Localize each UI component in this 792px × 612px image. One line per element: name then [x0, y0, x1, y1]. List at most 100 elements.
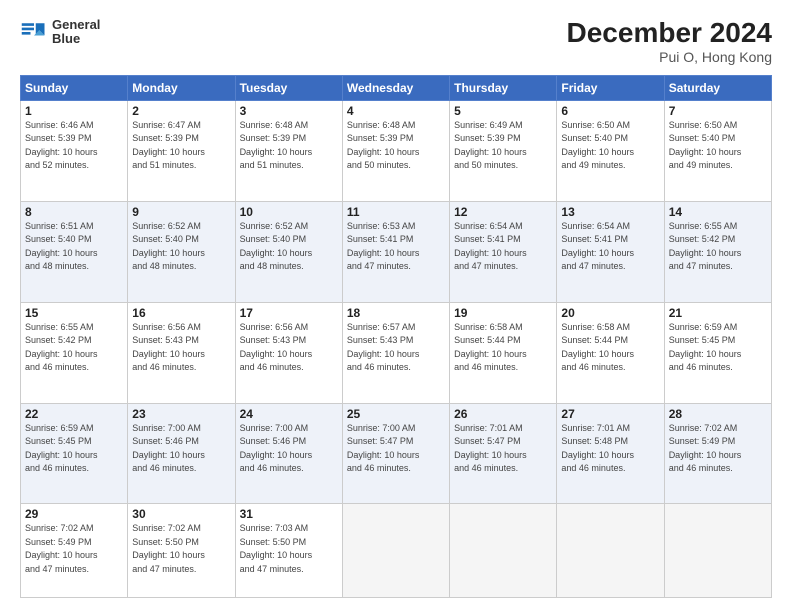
day-number: 30 [132, 507, 230, 521]
week-row-4: 22Sunrise: 6:59 AM Sunset: 5:45 PM Dayli… [21, 403, 772, 504]
day-number: 11 [347, 205, 445, 219]
day-info: Sunrise: 6:52 AM Sunset: 5:40 PM Dayligh… [240, 220, 338, 274]
day-number: 29 [25, 507, 123, 521]
day-info: Sunrise: 7:02 AM Sunset: 5:49 PM Dayligh… [669, 422, 767, 476]
day-info: Sunrise: 6:54 AM Sunset: 5:41 PM Dayligh… [561, 220, 659, 274]
day-info: Sunrise: 6:58 AM Sunset: 5:44 PM Dayligh… [561, 321, 659, 375]
day-cell: 31Sunrise: 7:03 AM Sunset: 5:50 PM Dayli… [235, 504, 342, 598]
day-info: Sunrise: 6:46 AM Sunset: 5:39 PM Dayligh… [25, 119, 123, 173]
day-cell: 23Sunrise: 7:00 AM Sunset: 5:46 PM Dayli… [128, 403, 235, 504]
day-cell: 28Sunrise: 7:02 AM Sunset: 5:49 PM Dayli… [664, 403, 771, 504]
day-number: 12 [454, 205, 552, 219]
day-info: Sunrise: 6:50 AM Sunset: 5:40 PM Dayligh… [561, 119, 659, 173]
col-header-friday: Friday [557, 75, 664, 100]
day-cell: 11Sunrise: 6:53 AM Sunset: 5:41 PM Dayli… [342, 201, 449, 302]
logo-icon [20, 18, 48, 46]
day-cell: 12Sunrise: 6:54 AM Sunset: 5:41 PM Dayli… [450, 201, 557, 302]
day-cell: 2Sunrise: 6:47 AM Sunset: 5:39 PM Daylig… [128, 100, 235, 201]
day-info: Sunrise: 7:03 AM Sunset: 5:50 PM Dayligh… [240, 522, 338, 576]
day-info: Sunrise: 6:48 AM Sunset: 5:39 PM Dayligh… [347, 119, 445, 173]
day-cell: 25Sunrise: 7:00 AM Sunset: 5:47 PM Dayli… [342, 403, 449, 504]
day-cell: 22Sunrise: 6:59 AM Sunset: 5:45 PM Dayli… [21, 403, 128, 504]
day-cell [557, 504, 664, 598]
day-cell: 19Sunrise: 6:58 AM Sunset: 5:44 PM Dayli… [450, 302, 557, 403]
day-info: Sunrise: 6:57 AM Sunset: 5:43 PM Dayligh… [347, 321, 445, 375]
day-cell [450, 504, 557, 598]
day-cell: 1Sunrise: 6:46 AM Sunset: 5:39 PM Daylig… [21, 100, 128, 201]
day-cell: 8Sunrise: 6:51 AM Sunset: 5:40 PM Daylig… [21, 201, 128, 302]
title-block: December 2024 Pui O, Hong Kong [567, 18, 772, 65]
day-cell: 30Sunrise: 7:02 AM Sunset: 5:50 PM Dayli… [128, 504, 235, 598]
day-number: 10 [240, 205, 338, 219]
day-cell: 13Sunrise: 6:54 AM Sunset: 5:41 PM Dayli… [557, 201, 664, 302]
day-info: Sunrise: 7:02 AM Sunset: 5:50 PM Dayligh… [132, 522, 230, 576]
day-info: Sunrise: 6:55 AM Sunset: 5:42 PM Dayligh… [669, 220, 767, 274]
col-header-thursday: Thursday [450, 75, 557, 100]
page: General Blue December 2024 Pui O, Hong K… [0, 0, 792, 612]
day-info: Sunrise: 6:53 AM Sunset: 5:41 PM Dayligh… [347, 220, 445, 274]
week-row-3: 15Sunrise: 6:55 AM Sunset: 5:42 PM Dayli… [21, 302, 772, 403]
day-number: 28 [669, 407, 767, 421]
day-info: Sunrise: 7:00 AM Sunset: 5:46 PM Dayligh… [132, 422, 230, 476]
day-info: Sunrise: 7:01 AM Sunset: 5:47 PM Dayligh… [454, 422, 552, 476]
month-title: December 2024 [567, 18, 772, 49]
week-row-5: 29Sunrise: 7:02 AM Sunset: 5:49 PM Dayli… [21, 504, 772, 598]
day-cell: 27Sunrise: 7:01 AM Sunset: 5:48 PM Dayli… [557, 403, 664, 504]
day-number: 20 [561, 306, 659, 320]
day-number: 5 [454, 104, 552, 118]
day-cell: 17Sunrise: 6:56 AM Sunset: 5:43 PM Dayli… [235, 302, 342, 403]
day-info: Sunrise: 7:01 AM Sunset: 5:48 PM Dayligh… [561, 422, 659, 476]
col-header-saturday: Saturday [664, 75, 771, 100]
day-cell [664, 504, 771, 598]
day-cell: 20Sunrise: 6:58 AM Sunset: 5:44 PM Dayli… [557, 302, 664, 403]
day-cell: 26Sunrise: 7:01 AM Sunset: 5:47 PM Dayli… [450, 403, 557, 504]
day-info: Sunrise: 6:59 AM Sunset: 5:45 PM Dayligh… [25, 422, 123, 476]
day-info: Sunrise: 6:47 AM Sunset: 5:39 PM Dayligh… [132, 119, 230, 173]
col-header-sunday: Sunday [21, 75, 128, 100]
day-info: Sunrise: 6:54 AM Sunset: 5:41 PM Dayligh… [454, 220, 552, 274]
day-info: Sunrise: 6:58 AM Sunset: 5:44 PM Dayligh… [454, 321, 552, 375]
day-number: 17 [240, 306, 338, 320]
col-header-tuesday: Tuesday [235, 75, 342, 100]
day-info: Sunrise: 6:59 AM Sunset: 5:45 PM Dayligh… [669, 321, 767, 375]
day-cell: 14Sunrise: 6:55 AM Sunset: 5:42 PM Dayli… [664, 201, 771, 302]
day-number: 22 [25, 407, 123, 421]
day-cell: 24Sunrise: 7:00 AM Sunset: 5:46 PM Dayli… [235, 403, 342, 504]
calendar-header-row: SundayMondayTuesdayWednesdayThursdayFrid… [21, 75, 772, 100]
day-number: 2 [132, 104, 230, 118]
day-info: Sunrise: 7:02 AM Sunset: 5:49 PM Dayligh… [25, 522, 123, 576]
day-info: Sunrise: 6:51 AM Sunset: 5:40 PM Dayligh… [25, 220, 123, 274]
day-number: 7 [669, 104, 767, 118]
logo: General Blue [20, 18, 100, 47]
day-number: 27 [561, 407, 659, 421]
day-cell: 4Sunrise: 6:48 AM Sunset: 5:39 PM Daylig… [342, 100, 449, 201]
header: General Blue December 2024 Pui O, Hong K… [20, 18, 772, 65]
day-number: 23 [132, 407, 230, 421]
day-cell [342, 504, 449, 598]
day-number: 31 [240, 507, 338, 521]
day-info: Sunrise: 6:56 AM Sunset: 5:43 PM Dayligh… [132, 321, 230, 375]
day-number: 19 [454, 306, 552, 320]
day-info: Sunrise: 7:00 AM Sunset: 5:46 PM Dayligh… [240, 422, 338, 476]
week-row-2: 8Sunrise: 6:51 AM Sunset: 5:40 PM Daylig… [21, 201, 772, 302]
day-cell: 7Sunrise: 6:50 AM Sunset: 5:40 PM Daylig… [664, 100, 771, 201]
day-cell: 15Sunrise: 6:55 AM Sunset: 5:42 PM Dayli… [21, 302, 128, 403]
day-number: 18 [347, 306, 445, 320]
location: Pui O, Hong Kong [567, 49, 772, 65]
day-cell: 18Sunrise: 6:57 AM Sunset: 5:43 PM Dayli… [342, 302, 449, 403]
day-cell: 6Sunrise: 6:50 AM Sunset: 5:40 PM Daylig… [557, 100, 664, 201]
day-info: Sunrise: 6:52 AM Sunset: 5:40 PM Dayligh… [132, 220, 230, 274]
day-number: 13 [561, 205, 659, 219]
day-number: 25 [347, 407, 445, 421]
day-number: 14 [669, 205, 767, 219]
calendar-table: SundayMondayTuesdayWednesdayThursdayFrid… [20, 75, 772, 598]
col-header-monday: Monday [128, 75, 235, 100]
day-number: 4 [347, 104, 445, 118]
day-cell: 10Sunrise: 6:52 AM Sunset: 5:40 PM Dayli… [235, 201, 342, 302]
day-number: 1 [25, 104, 123, 118]
day-cell: 3Sunrise: 6:48 AM Sunset: 5:39 PM Daylig… [235, 100, 342, 201]
day-number: 6 [561, 104, 659, 118]
day-cell: 29Sunrise: 7:02 AM Sunset: 5:49 PM Dayli… [21, 504, 128, 598]
day-number: 9 [132, 205, 230, 219]
day-number: 8 [25, 205, 123, 219]
